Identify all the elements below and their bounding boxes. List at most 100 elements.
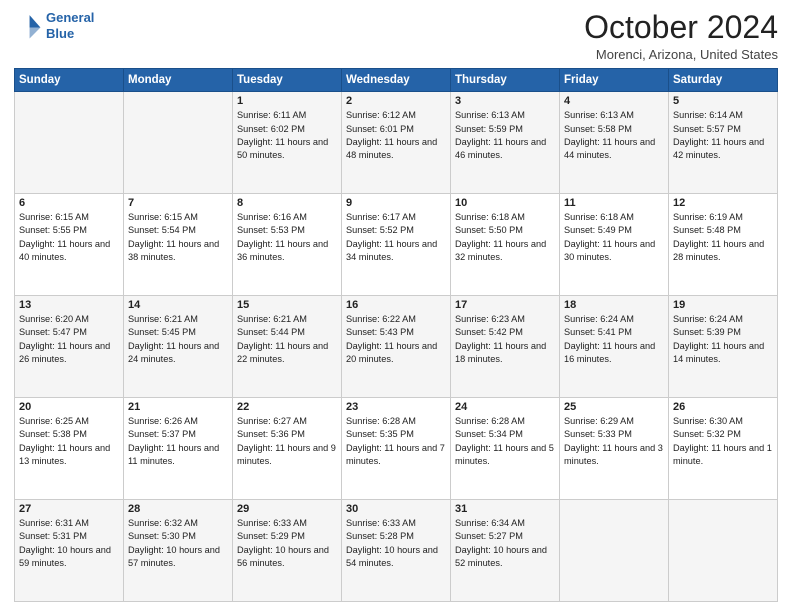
calendar-cell: 12 Sunrise: 6:19 AM Sunset: 5:48 PM Dayli… (669, 194, 778, 296)
day-number: 20 (19, 401, 119, 413)
day-number: 5 (673, 95, 773, 107)
logo: General Blue (14, 10, 94, 41)
calendar-day-header: Wednesday (342, 69, 451, 92)
calendar-cell: 5 Sunrise: 6:14 AM Sunset: 5:57 PM Daylig… (669, 92, 778, 194)
day-info: Sunrise: 6:13 AM Sunset: 5:59 PM Dayligh… (455, 109, 555, 162)
calendar-cell: 9 Sunrise: 6:17 AM Sunset: 5:52 PM Daylig… (342, 194, 451, 296)
calendar-cell: 24Sunrise: 6:28 AM Sunset: 5:34 PM Dayli… (451, 398, 560, 500)
calendar-cell: 21 Sunrise: 6:26 AM Sunset: 5:37 PM Dayli… (124, 398, 233, 500)
day-info: Sunrise: 6:12 AM Sunset: 6:01 PM Dayligh… (346, 109, 446, 162)
logo-text: General Blue (46, 10, 94, 41)
day-info: Sunrise: 6:23 AM Sunset: 5:42 PM Dayligh… (455, 313, 555, 366)
day-info: Sunrise: 6:13 AM Sunset: 5:58 PM Dayligh… (564, 109, 664, 162)
day-info: Sunrise: 6:19 AM Sunset: 5:48 PM Dayligh… (673, 211, 773, 264)
day-info: Sunrise: 6:21 AM Sunset: 5:44 PM Dayligh… (237, 313, 337, 366)
calendar-cell: 11 Sunrise: 6:18 AM Sunset: 5:49 PM Dayli… (560, 194, 669, 296)
calendar-cell: 25 Sunrise: 6:29 AM Sunset: 5:33 PM Dayli… (560, 398, 669, 500)
calendar-cell: 7 Sunrise: 6:15 AM Sunset: 5:54 PM Daylig… (124, 194, 233, 296)
calendar-cell: 13 Sunrise: 6:20 AM Sunset: 5:47 PM Dayli… (15, 296, 124, 398)
day-number: 18 (564, 299, 664, 311)
calendar-cell: 22Sunrise: 6:27 AM Sunset: 5:36 PM Dayli… (233, 398, 342, 500)
calendar-cell: 1 Sunrise: 6:11 AM Sunset: 6:02 PM Daylig… (233, 92, 342, 194)
day-number: 27 (19, 503, 119, 515)
calendar-cell: 14Sunrise: 6:21 AM Sunset: 5:45 PM Dayli… (124, 296, 233, 398)
calendar-cell (15, 92, 124, 194)
calendar-header-row: SundayMondayTuesdayWednesdayThursdayFrid… (15, 69, 778, 92)
day-info: Sunrise: 6:27 AM Sunset: 5:36 PM Dayligh… (237, 415, 337, 468)
day-info: Sunrise: 6:26 AM Sunset: 5:37 PM Dayligh… (128, 415, 228, 468)
calendar-day-header: Saturday (669, 69, 778, 92)
logo-line1: General (46, 10, 94, 25)
logo-icon (14, 12, 42, 40)
calendar-week-row: 27 Sunrise: 6:31 AM Sunset: 5:31 PM Dayli… (15, 500, 778, 602)
day-number: 4 (564, 95, 664, 107)
day-number: 1 (237, 95, 337, 107)
calendar-cell: 30Sunrise: 6:33 AM Sunset: 5:28 PM Dayli… (342, 500, 451, 602)
calendar-week-row: 6 Sunrise: 6:15 AM Sunset: 5:55 PM Daylig… (15, 194, 778, 296)
day-number: 31 (455, 503, 555, 515)
subtitle: Morenci, Arizona, United States (584, 47, 778, 62)
calendar-day-header: Thursday (451, 69, 560, 92)
calendar-cell (669, 500, 778, 602)
day-number: 3 (455, 95, 555, 107)
day-info: Sunrise: 6:30 AM Sunset: 5:32 PM Dayligh… (673, 415, 773, 468)
calendar-cell: 4 Sunrise: 6:13 AM Sunset: 5:58 PM Daylig… (560, 92, 669, 194)
day-info: Sunrise: 6:24 AM Sunset: 5:39 PM Dayligh… (673, 313, 773, 366)
day-info: Sunrise: 6:33 AM Sunset: 5:29 PM Dayligh… (237, 517, 337, 570)
day-number: 21 (128, 401, 228, 413)
day-number: 29 (237, 503, 337, 515)
day-number: 10 (455, 197, 555, 209)
day-number: 28 (128, 503, 228, 515)
calendar-table: SundayMondayTuesdayWednesdayThursdayFrid… (14, 68, 778, 602)
day-number: 11 (564, 197, 664, 209)
calendar-body: 1 Sunrise: 6:11 AM Sunset: 6:02 PM Daylig… (15, 92, 778, 602)
calendar-cell: 28 Sunrise: 6:32 AM Sunset: 5:30 PM Dayli… (124, 500, 233, 602)
calendar-cell: 29 Sunrise: 6:33 AM Sunset: 5:29 PM Dayli… (233, 500, 342, 602)
day-number: 19 (673, 299, 773, 311)
day-info: Sunrise: 6:16 AM Sunset: 5:53 PM Dayligh… (237, 211, 337, 264)
day-info: Sunrise: 6:21 AM Sunset: 5:45 PM Dayligh… (128, 313, 228, 366)
day-number: 9 (346, 197, 446, 209)
calendar-cell: 27 Sunrise: 6:31 AM Sunset: 5:31 PM Dayli… (15, 500, 124, 602)
day-number: 6 (19, 197, 119, 209)
calendar-cell: 19 Sunrise: 6:24 AM Sunset: 5:39 PM Dayli… (669, 296, 778, 398)
day-info: Sunrise: 6:29 AM Sunset: 5:33 PM Dayligh… (564, 415, 664, 468)
calendar-cell (560, 500, 669, 602)
calendar-day-header: Sunday (15, 69, 124, 92)
calendar-day-header: Tuesday (233, 69, 342, 92)
title-block: October 2024 Morenci, Arizona, United St… (584, 10, 778, 62)
day-info: Sunrise: 6:11 AM Sunset: 6:02 PM Dayligh… (237, 109, 337, 162)
day-info: Sunrise: 6:18 AM Sunset: 5:49 PM Dayligh… (564, 211, 664, 264)
day-info: Sunrise: 6:15 AM Sunset: 5:54 PM Dayligh… (128, 211, 228, 264)
day-info: Sunrise: 6:17 AM Sunset: 5:52 PM Dayligh… (346, 211, 446, 264)
calendar-cell: 17 Sunrise: 6:23 AM Sunset: 5:42 PM Dayli… (451, 296, 560, 398)
day-number: 2 (346, 95, 446, 107)
day-number: 26 (673, 401, 773, 413)
calendar-cell: 20 Sunrise: 6:25 AM Sunset: 5:38 PM Dayli… (15, 398, 124, 500)
calendar-cell: 31 Sunrise: 6:34 AM Sunset: 5:27 PM Dayli… (451, 500, 560, 602)
day-info: Sunrise: 6:25 AM Sunset: 5:38 PM Dayligh… (19, 415, 119, 468)
calendar-cell: 16Sunrise: 6:22 AM Sunset: 5:43 PM Dayli… (342, 296, 451, 398)
day-number: 17 (455, 299, 555, 311)
calendar-cell: 10Sunrise: 6:18 AM Sunset: 5:50 PM Dayli… (451, 194, 560, 296)
calendar-cell: 2 Sunrise: 6:12 AM Sunset: 6:01 PM Daylig… (342, 92, 451, 194)
day-info: Sunrise: 6:15 AM Sunset: 5:55 PM Dayligh… (19, 211, 119, 264)
day-number: 25 (564, 401, 664, 413)
day-info: Sunrise: 6:22 AM Sunset: 5:43 PM Dayligh… (346, 313, 446, 366)
calendar-cell: 23 Sunrise: 6:28 AM Sunset: 5:35 PM Dayli… (342, 398, 451, 500)
day-info: Sunrise: 6:28 AM Sunset: 5:35 PM Dayligh… (346, 415, 446, 468)
calendar-week-row: 13 Sunrise: 6:20 AM Sunset: 5:47 PM Dayli… (15, 296, 778, 398)
main-title: October 2024 (584, 10, 778, 45)
day-info: Sunrise: 6:14 AM Sunset: 5:57 PM Dayligh… (673, 109, 773, 162)
day-info: Sunrise: 6:31 AM Sunset: 5:31 PM Dayligh… (19, 517, 119, 570)
header: General Blue October 2024 Morenci, Arizo… (14, 10, 778, 62)
day-info: Sunrise: 6:20 AM Sunset: 5:47 PM Dayligh… (19, 313, 119, 366)
day-info: Sunrise: 6:34 AM Sunset: 5:27 PM Dayligh… (455, 517, 555, 570)
day-number: 7 (128, 197, 228, 209)
day-info: Sunrise: 6:24 AM Sunset: 5:41 PM Dayligh… (564, 313, 664, 366)
day-number: 23 (346, 401, 446, 413)
day-number: 12 (673, 197, 773, 209)
day-number: 13 (19, 299, 119, 311)
calendar-week-row: 20 Sunrise: 6:25 AM Sunset: 5:38 PM Dayli… (15, 398, 778, 500)
day-info: Sunrise: 6:32 AM Sunset: 5:30 PM Dayligh… (128, 517, 228, 570)
